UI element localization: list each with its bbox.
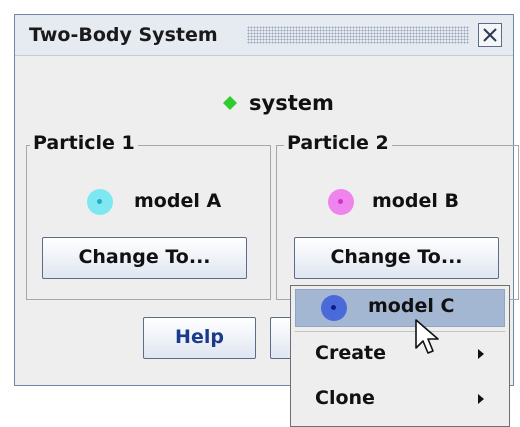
particle-1-change-to-button[interactable]: Change To... [42,237,247,279]
magenta-particle-icon [328,189,354,215]
particle-1-title: Particle 1 [30,132,138,154]
mouse-pointer-icon [415,319,439,354]
particle-1-model: model A [27,188,270,218]
title-bar-grip[interactable] [247,26,469,44]
submenu-arrow-icon [478,349,484,359]
blue-particle-icon [321,295,347,321]
menu-item-create[interactable]: Create [291,334,509,375]
submenu-arrow-icon [478,394,484,404]
close-button[interactable] [478,23,502,47]
menu-item-clone[interactable]: Clone [291,379,509,420]
particle-2-change-to-button[interactable]: Change To... [294,237,499,279]
menu-separator [295,331,505,332]
particle-2-model-label: model B [372,190,459,212]
help-button[interactable]: Help [143,317,256,359]
system-row: system [15,89,513,119]
particle-2-title: Particle 2 [284,132,392,154]
window-title: Two-Body System [29,24,218,46]
particle-2-model: model B [277,188,518,218]
menu-item-model-c-label: model C [368,295,455,317]
particle-2-group: Particle 2 model B Change To... [276,132,519,300]
change-to-popup-menu: model C Create Clone [290,285,510,427]
system-label: system [249,91,334,115]
menu-item-clone-label: Clone [315,387,375,409]
green-diamond-icon [223,96,237,110]
title-bar[interactable]: Two-Body System [15,15,513,56]
cyan-particle-icon [87,189,113,215]
menu-item-create-label: Create [315,342,386,364]
close-icon [483,28,497,42]
menu-item-model-c[interactable]: model C [295,289,505,327]
particle-1-group: Particle 1 model A Change To... [26,132,271,300]
particle-1-model-label: model A [134,190,222,212]
